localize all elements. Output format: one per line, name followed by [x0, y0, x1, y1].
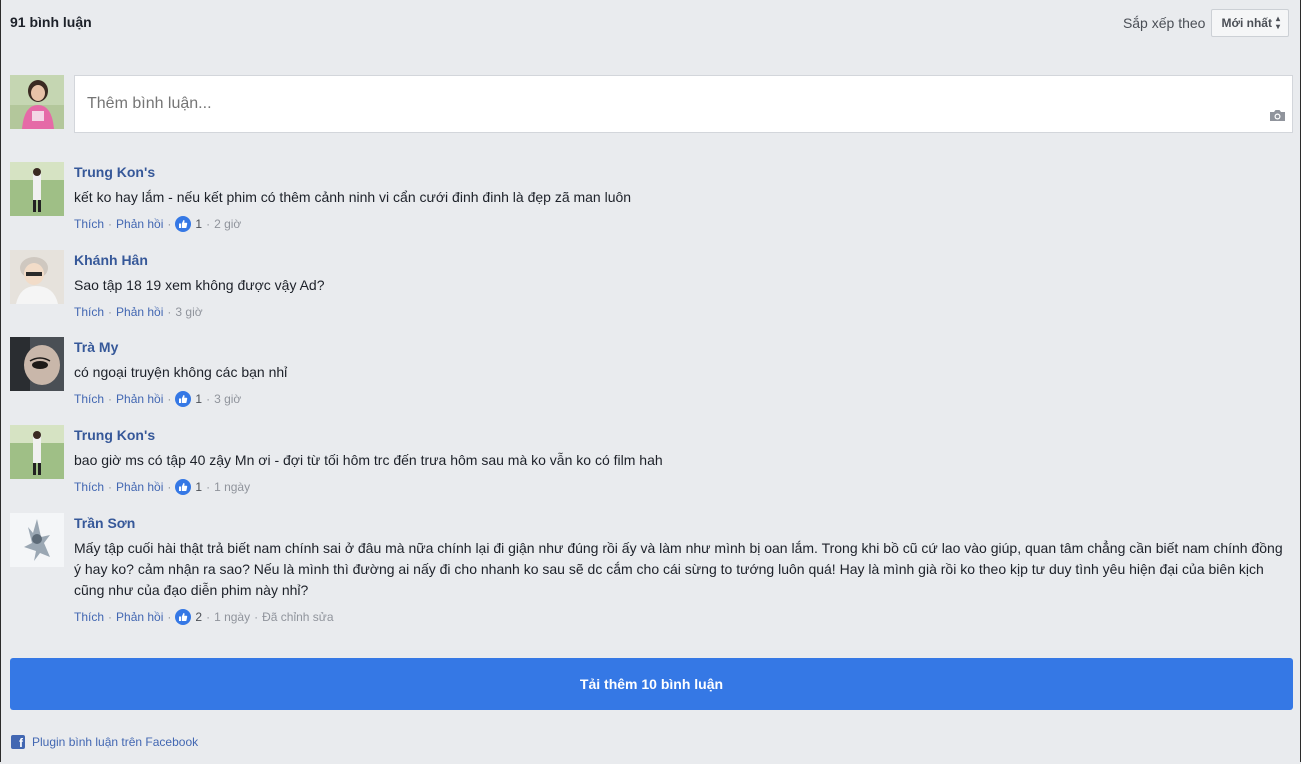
comment-input[interactable] — [87, 95, 1237, 113]
commenter-name[interactable]: Khánh Hân — [74, 251, 1284, 269]
facebook-icon: f — [11, 735, 25, 750]
separator: · — [108, 217, 113, 231]
separator: · — [167, 217, 172, 231]
like-button[interactable]: Thích — [74, 216, 104, 232]
like-count: 2 — [195, 610, 203, 624]
reply-button[interactable]: Phản hồi — [116, 216, 163, 232]
reply-button[interactable]: Phản hồi — [116, 479, 163, 495]
comment-composer[interactable] — [74, 75, 1293, 133]
like-count-badge[interactable]: 1 — [175, 479, 202, 495]
comment-actions: Thích · Phản hồi · 3 giờ — [74, 304, 1284, 320]
separator: · — [206, 217, 211, 231]
like-count-badge[interactable]: 1 — [175, 391, 202, 407]
plugin-link[interactable]: f Plugin bình luận trên Facebook — [11, 735, 199, 750]
like-count: 1 — [195, 480, 203, 494]
thumbs-up-icon — [175, 391, 192, 407]
comments-header: 91 bình luận Sắp xếp theo Mới nhất ▴ ▾ — [10, 9, 1289, 38]
camera-icon[interactable] — [1269, 109, 1286, 122]
comment-text: kết ko hay lắm - nếu kết phim có thêm cả… — [74, 189, 632, 205]
comment-actions: Thích · Phản hồi · 1 · 3 giờ — [74, 391, 1284, 407]
comment-time[interactable]: 1 ngày — [214, 479, 250, 495]
like-count-badge[interactable]: 2 — [175, 609, 202, 625]
like-count: 1 — [195, 392, 203, 406]
like-button[interactable]: Thích — [74, 304, 104, 320]
reply-button[interactable]: Phản hồi — [116, 391, 163, 407]
commenter-avatar — [10, 162, 64, 216]
separator: · — [206, 480, 211, 494]
comment-text: có ngoại truyện không các bạn nhỉ — [74, 364, 288, 380]
separator: · — [108, 305, 113, 319]
like-button[interactable]: Thích — [74, 479, 104, 495]
commenter-name[interactable]: Trung Kon's — [74, 163, 1284, 181]
sort-label: Sắp xếp theo — [1122, 15, 1206, 31]
comment-actions: Thích · Phản hồi · 2 · 1 ngày · Đã chỉnh… — [74, 609, 1284, 625]
current-user-avatar — [10, 75, 64, 129]
like-count-badge[interactable]: 1 — [175, 216, 202, 232]
comment-time[interactable]: 3 giờ — [175, 304, 202, 320]
separator: · — [206, 610, 211, 624]
separator: · — [254, 610, 259, 624]
sort-caret-icon: ▴ ▾ — [1275, 14, 1280, 31]
current-user-photo — [10, 75, 64, 129]
thumbs-up-icon — [175, 609, 192, 625]
like-button[interactable]: Thích — [74, 609, 104, 625]
plugin-text: Plugin bình luận trên Facebook — [32, 735, 199, 749]
load-more-button[interactable]: Tải thêm 10 bình luận — [10, 658, 1293, 710]
comment-text: Mấy tập cuối hài thật trả biết nam chính… — [74, 540, 1283, 598]
comment-actions: Thích · Phản hồi · 1 · 2 giờ — [74, 216, 1284, 232]
comment-actions: Thích · Phản hồi · 1 · 1 ngày — [74, 479, 1284, 495]
commenter-avatar — [10, 513, 64, 567]
reply-button[interactable]: Phản hồi — [116, 304, 163, 320]
comment-time[interactable]: 2 giờ — [214, 216, 241, 232]
commenter-name[interactable]: Trà My — [74, 338, 1284, 356]
sort-dropdown[interactable]: Mới nhất ▴ ▾ — [1211, 9, 1289, 37]
comment-text: Sao tập 18 19 xem không được vậy Ad? — [74, 277, 325, 293]
commenter-name[interactable]: Trần Sơn — [74, 514, 1284, 532]
separator: · — [167, 392, 172, 406]
commenter-avatar — [10, 425, 64, 479]
separator: · — [108, 480, 113, 494]
separator: · — [108, 392, 113, 406]
commenter-name[interactable]: Trung Kon's — [74, 426, 1284, 444]
sort-control: Sắp xếp theo Mới nhất ▴ ▾ — [1123, 9, 1289, 37]
separator: · — [206, 392, 211, 406]
thumbs-up-icon — [175, 216, 192, 232]
comment-count: 91 bình luận — [10, 14, 92, 30]
separator: · — [167, 610, 172, 624]
like-count: 1 — [195, 217, 203, 231]
comment-time[interactable]: 1 ngày — [214, 609, 250, 625]
reply-button[interactable]: Phản hồi — [116, 609, 163, 625]
separator: · — [167, 480, 172, 494]
thumbs-up-icon — [175, 479, 192, 495]
sort-value: Mới nhất — [1221, 16, 1272, 30]
separator: · — [167, 305, 172, 319]
comment-time[interactable]: 3 giờ — [214, 391, 241, 407]
separator: · — [108, 610, 113, 624]
comment-text: bao giờ ms có tập 40 zậy Mn ơi - đợi từ … — [74, 452, 663, 468]
commenter-avatar — [10, 337, 64, 391]
like-button[interactable]: Thích — [74, 391, 104, 407]
commenter-avatar — [10, 250, 64, 304]
edited-label: Đã chỉnh sửa — [262, 610, 334, 624]
